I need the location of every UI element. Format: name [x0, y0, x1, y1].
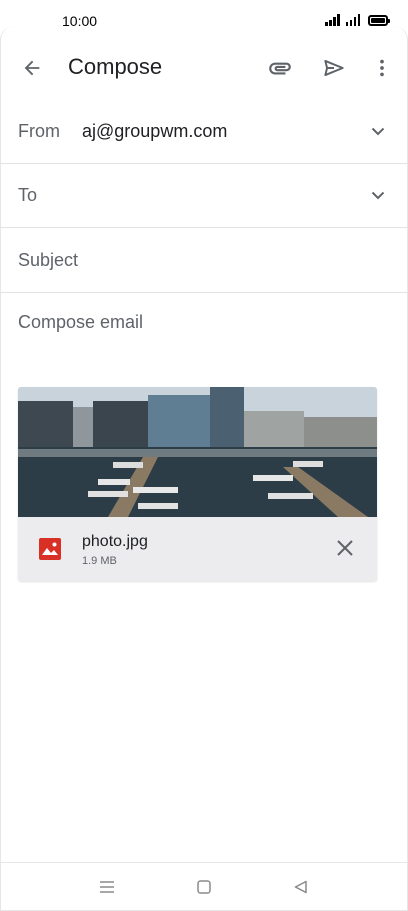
- more-vert-icon: [380, 59, 384, 77]
- battery-icon: [368, 15, 390, 26]
- send-icon: [324, 59, 344, 77]
- subject-row[interactable]: Subject: [0, 228, 408, 293]
- attachment-info: photo.jpg 1.9 MB: [18, 517, 377, 581]
- to-label: To: [18, 185, 38, 205]
- menu-icon: [100, 881, 114, 893]
- paperclip-icon: [269, 62, 291, 75]
- nav-back-button[interactable]: [289, 875, 313, 899]
- status-icons: [325, 14, 390, 26]
- signal-icon-2: [345, 14, 360, 26]
- attachment-file-size: 1.9 MB: [82, 555, 117, 567]
- from-row[interactable]: From aj@groupwm.com: [0, 99, 408, 164]
- attachment-card[interactable]: photo.jpg 1.9 MB: [18, 387, 377, 581]
- signal-icon: [325, 14, 340, 26]
- more-options-button[interactable]: [362, 48, 402, 88]
- to-row[interactable]: To: [0, 163, 408, 228]
- remove-attachment-button[interactable]: [328, 531, 362, 565]
- attach-button[interactable]: [260, 48, 300, 88]
- system-nav-bar: [0, 862, 408, 911]
- back-arrow-icon: [24, 60, 40, 76]
- attachment-thumbnail[interactable]: [18, 387, 377, 517]
- subject-field[interactable]: Subject: [18, 250, 78, 271]
- compose-body-field[interactable]: Compose email: [18, 312, 143, 333]
- back-icon: [294, 880, 307, 894]
- back-button[interactable]: [12, 48, 52, 88]
- close-icon: [337, 540, 353, 556]
- from-label: From: [18, 121, 60, 141]
- image-file-icon: [39, 538, 61, 560]
- page-title: Compose: [68, 54, 163, 79]
- send-button[interactable]: [314, 48, 354, 88]
- app-bar: Compose: [0, 40, 408, 96]
- attachment-file-name: photo.jpg: [82, 533, 148, 550]
- from-value[interactable]: aj@groupwm.com: [82, 121, 227, 142]
- nav-menu-button[interactable]: [95, 875, 119, 899]
- chevron-down-icon[interactable]: [370, 123, 386, 139]
- home-icon: [197, 880, 211, 894]
- nav-home-button[interactable]: [192, 875, 216, 899]
- chevron-down-icon[interactable]: [370, 187, 386, 203]
